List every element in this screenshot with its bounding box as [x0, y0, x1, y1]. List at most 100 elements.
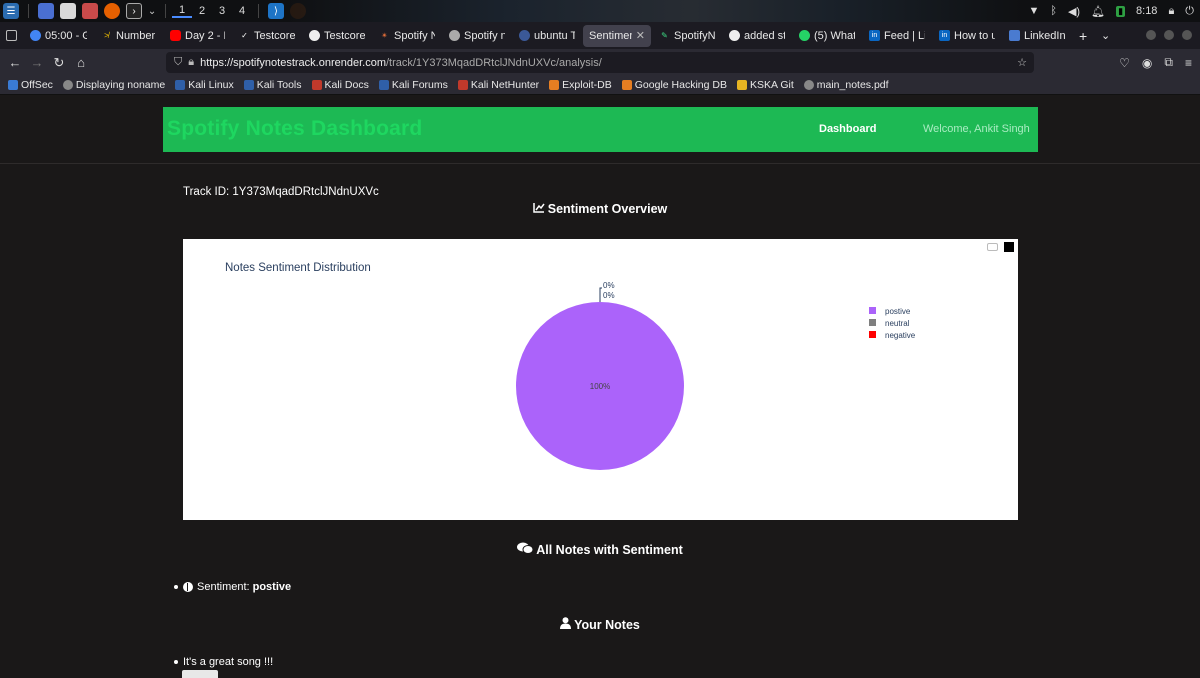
forward-arrow-icon[interactable]: →: [26, 55, 48, 70]
legend-swatch-postive[interactable]: [869, 307, 876, 314]
volume-icon[interactable]: ◀): [1068, 5, 1080, 18]
lock-icon[interactable]: 🔒︎: [188, 56, 194, 69]
bluetooth-icon[interactable]: ᛒ: [1050, 5, 1057, 17]
firefox-launcher-icon[interactable]: [104, 3, 120, 19]
bookmark-kali-tools[interactable]: Kali Tools: [243, 79, 302, 91]
bookmark-displaying-noname[interactable]: Displaying noname: [62, 79, 165, 91]
bookmark-main-notes-pdf[interactable]: main_notes.pdf: [803, 79, 889, 91]
browser-tab[interactable]: ✎SpotifyNo: [653, 25, 721, 47]
bookmark-kali-nethunter[interactable]: Kali NetHunter: [457, 79, 539, 91]
account-icon[interactable]: ◉: [1142, 56, 1152, 70]
shield-icon[interactable]: ⛉: [174, 56, 182, 69]
taskbar-separator: [28, 4, 29, 18]
browser-tab[interactable]: (5) Whats: [793, 25, 861, 47]
app-title[interactable]: Spotify Notes Dashboard: [167, 117, 422, 141]
file-manager-icon[interactable]: [60, 3, 76, 19]
clock[interactable]: 8:18: [1136, 5, 1157, 17]
legend-label-postive[interactable]: postive: [885, 307, 911, 316]
pocket-icon[interactable]: ♡: [1119, 56, 1130, 70]
page-favicon: ✴: [381, 31, 388, 40]
tab-list-chevron-icon[interactable]: ⌄: [1095, 25, 1115, 47]
browser-tab[interactable]: Spotify no: [443, 25, 511, 47]
page-favicon: [519, 30, 530, 41]
page-favicon: ✓: [241, 31, 248, 40]
close-tab-icon[interactable]: ✕: [636, 29, 645, 42]
workspace-1[interactable]: 1: [172, 4, 192, 18]
legend-label-negative[interactable]: negative: [885, 331, 916, 340]
browser-tab-strip: 05:00 - Go ≯Number o Day 2 - Po ✓Testcor…: [0, 22, 1200, 49]
browser-tab[interactable]: ≯Number o: [95, 25, 162, 47]
page-content: Spotify Notes Dashboard Dashboard Welcom…: [0, 95, 1200, 678]
url-bar[interactable]: ⛉ 🔒︎ https://spotifynotestrack.onrender.…: [166, 52, 1034, 73]
browser-tab[interactable]: added sta: [723, 25, 791, 47]
reload-icon[interactable]: ↻: [48, 55, 70, 71]
nav-dashboard-link[interactable]: Dashboard: [819, 123, 876, 135]
browser-tab[interactable]: inFeed | Link: [863, 25, 931, 47]
kali-menu-icon[interactable]: ☰: [3, 3, 19, 19]
notification-bell-icon[interactable]: 🔔︎: [1091, 5, 1105, 18]
chevron-down-icon[interactable]: ⌄: [148, 3, 156, 19]
taskbar-separator: [258, 4, 259, 18]
minimize-button[interactable]: [1146, 30, 1156, 40]
home-icon[interactable]: ⌂: [70, 55, 92, 70]
bookmark-kali-linux[interactable]: Kali Linux: [175, 79, 234, 91]
bookmark-star-icon[interactable]: ☆: [1017, 56, 1027, 69]
close-window-button[interactable]: [1182, 30, 1192, 40]
back-arrow-icon[interactable]: ←: [4, 55, 26, 70]
legend-label-neutral[interactable]: neutral: [885, 319, 910, 328]
new-tab-button[interactable]: +: [1073, 25, 1093, 47]
your-notes-heading: Your Notes: [0, 617, 1200, 632]
browser-tab-active[interactable]: Sentiment /✕: [583, 24, 651, 47]
tab-overview-icon[interactable]: [0, 25, 22, 47]
pie-label-negative: 0%: [603, 291, 615, 300]
menu-icon[interactable]: ≡: [1185, 56, 1192, 70]
power-icon[interactable]: ⏻: [1185, 5, 1194, 18]
lock-icon[interactable]: 🔒︎: [1168, 5, 1174, 18]
chart-legend: postive neutral negative: [869, 307, 916, 340]
bookmark-google-hacking-db[interactable]: Google Hacking DB: [621, 79, 727, 91]
bookmark-exploit-db[interactable]: Exploit-DB: [549, 79, 612, 91]
workspace-2[interactable]: 2: [192, 5, 212, 17]
window-controls: [1146, 30, 1192, 40]
browser-tab[interactable]: ✓ Testcore: [233, 25, 301, 47]
browser-tab[interactable]: 05:00 - Go: [24, 25, 93, 47]
text-editor-icon[interactable]: [82, 3, 98, 19]
browser-tab[interactable]: ✴Spotify No: [373, 25, 441, 47]
legend-swatch-neutral[interactable]: [869, 319, 876, 326]
os-taskbar: ☰ › ⌄ 1 2 3 4 ⟩ ▼ ᛒ ◀) 🔔︎ ▮ 8:18 🔒︎ ⏻: [0, 0, 1200, 22]
url-host: https://spotifynotestrack.onrender.com: [200, 56, 386, 69]
desktop-icon[interactable]: [38, 3, 54, 19]
browser-tab[interactable]: Testcore/s: [303, 25, 371, 47]
pie-leader-line: [599, 287, 602, 302]
workspace-4[interactable]: 4: [232, 5, 252, 17]
browser-tab[interactable]: LinkedIn T: [1003, 25, 1071, 47]
terminal-icon[interactable]: ›: [126, 3, 142, 19]
note-action-button[interactable]: [182, 670, 218, 678]
bullet: [174, 660, 178, 664]
url-path: /track/1Y373MqadDRtclJNdnUXVc/analysis/: [385, 56, 602, 69]
exploit-db-icon: [549, 80, 560, 90]
browser-tab[interactable]: ubuntu Ta: [513, 25, 581, 47]
kali-dragon-icon: [175, 80, 186, 90]
kali-forums-icon: [378, 80, 389, 90]
browser-tab[interactable]: inHow to us: [933, 25, 1001, 47]
bookmark-kali-forums[interactable]: Kali Forums: [378, 79, 448, 91]
battery-icon[interactable]: ▮: [1116, 5, 1126, 17]
maximize-button[interactable]: [1164, 30, 1174, 40]
sentiment-list-item: Sentiment: postive: [174, 581, 291, 593]
vscode-window-icon[interactable]: ⟩: [268, 3, 284, 19]
app-header: Spotify Notes Dashboard Dashboard Welcom…: [163, 107, 1038, 152]
github-favicon: [729, 30, 740, 41]
pie-label-neutral: 0%: [603, 281, 615, 290]
user-icon: [560, 617, 572, 632]
bookmark-kali-docs[interactable]: Kali Docs: [311, 79, 369, 91]
bookmark-offsec[interactable]: OffSec: [8, 79, 53, 91]
extensions-icon[interactable]: ⧉: [1164, 55, 1173, 70]
kali-docs-icon: [311, 80, 322, 90]
wifi-icon[interactable]: ▼: [1028, 5, 1039, 17]
workspace-3[interactable]: 3: [212, 5, 232, 17]
legend-swatch-negative[interactable]: [869, 331, 876, 338]
bookmark-kska-git[interactable]: KSKA Git: [736, 79, 794, 91]
browser-tab[interactable]: Day 2 - Po: [164, 25, 231, 47]
globe-icon: [62, 80, 73, 90]
